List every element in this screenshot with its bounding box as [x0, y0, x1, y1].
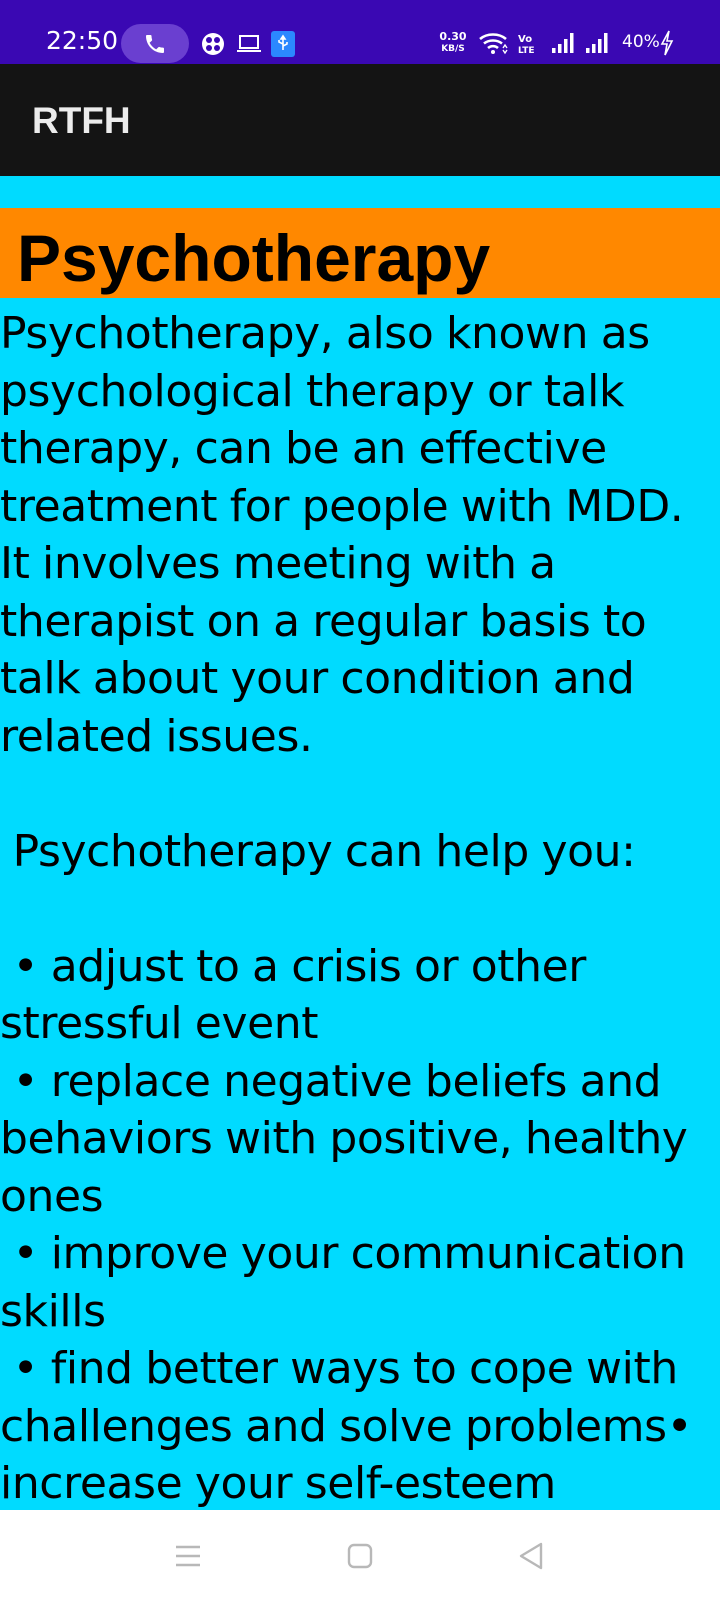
body-text: Psychotherapy, also known as psychologic… [0, 308, 693, 1509]
network-speed-value: 0.30 [439, 30, 467, 43]
status-bar: 22:50 0.30 KB/S Vo LTE 40% [0, 0, 720, 64]
page-heading: Psychotherapy [17, 221, 491, 295]
app-bar: RTFH [0, 64, 720, 176]
wifi-icon [479, 33, 508, 55]
content-area[interactable]: Psychotherapy Psychotherapy, also known … [0, 176, 720, 1510]
app-title: RTFH [32, 100, 131, 141]
ongoing-call-pill[interactable] [121, 24, 189, 63]
menu-icon[interactable] [168, 1536, 208, 1576]
svg-text:LTE: LTE [518, 46, 535, 56]
heading-banner: Psychotherapy [0, 208, 720, 298]
network-speed-unit: KB/S [441, 44, 465, 54]
home-icon[interactable] [340, 1536, 380, 1576]
navigation-bar [0, 1510, 720, 1600]
signal-1-icon [552, 33, 574, 53]
network-speed: 0.30 KB/S [435, 31, 471, 55]
volte-icon: Vo LTE [518, 34, 535, 56]
back-icon[interactable] [512, 1536, 552, 1576]
phone-call-icon [146, 35, 164, 53]
svg-text:Vo: Vo [518, 34, 532, 45]
laptop-icon [237, 35, 261, 52]
battery-percent: 40% [622, 32, 660, 52]
status-time: 22:50 [46, 26, 119, 55]
signal-2-icon [586, 33, 608, 53]
usb-icon [271, 31, 295, 57]
charging-icon [660, 30, 674, 56]
app-notification-icon [202, 33, 224, 55]
